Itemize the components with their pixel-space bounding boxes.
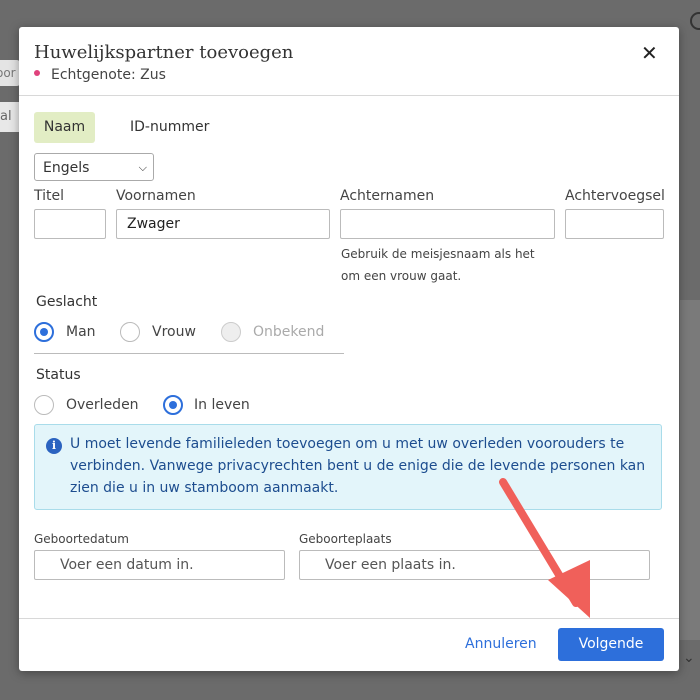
help-icon[interactable]	[690, 12, 700, 30]
status-in-leven-radio[interactable]	[163, 395, 183, 415]
tab-id-nummer[interactable]: ID-nummer	[130, 119, 209, 135]
birth-date-label: Geboortedatum	[34, 532, 129, 546]
info-icon: i	[46, 438, 62, 454]
background-tab: al	[0, 102, 20, 132]
achtervoegsel-input[interactable]	[565, 209, 664, 239]
birth-place-input[interactable]: Voer een plaats in.	[299, 550, 650, 580]
subtitle-text: Echtgenote: Zus	[51, 67, 166, 83]
achternamen-input[interactable]	[340, 209, 555, 239]
gender-label: Geslacht	[36, 294, 98, 310]
female-dot-icon	[34, 70, 40, 76]
background-panel	[680, 300, 700, 640]
language-select-value: Engels	[43, 160, 90, 176]
add-spouse-dialog: Huwelijkspartner toevoegen ✕ Echtgenote:…	[19, 27, 679, 671]
footer-divider	[19, 618, 679, 619]
close-icon[interactable]: ✕	[641, 41, 658, 65]
privacy-info-box: i U moet levende familieleden toevoegen …	[34, 424, 662, 510]
privacy-info-text: U moet levende familieleden toevoegen om…	[70, 436, 646, 496]
birth-date-input[interactable]: Voer een datum in.	[34, 550, 285, 580]
cancel-button[interactable]: Annuleren	[465, 636, 537, 652]
voornamen-input[interactable]: Zwager	[116, 209, 330, 239]
dialog-title: Huwelijkspartner toevoegen	[34, 42, 294, 63]
voornamen-label: Voornamen	[116, 188, 196, 204]
chevron-down-icon[interactable]: ⌄	[683, 650, 695, 666]
achternamen-hint: Gebruik de meisjesnaam als het om een vr…	[341, 247, 535, 283]
gender-man-label[interactable]: Man	[66, 324, 96, 340]
titel-input[interactable]	[34, 209, 106, 239]
achtervoegsel-label: Achtervoegsel	[565, 188, 665, 204]
achternamen-label: Achternamen	[340, 188, 435, 204]
gender-onbekend-label: Onbekend	[253, 324, 325, 340]
birth-place-label: Geboorteplaats	[299, 532, 392, 546]
tab-naam[interactable]: Naam	[34, 112, 95, 143]
status-overleden-radio[interactable]	[34, 395, 54, 415]
gender-vrouw-radio[interactable]	[120, 322, 140, 342]
status-overleden-label[interactable]: Overleden	[66, 397, 139, 413]
gender-onbekend-radio	[221, 322, 241, 342]
chevron-down-icon: ⌵	[138, 161, 147, 174]
dialog-subtitle: Echtgenote: Zus	[34, 67, 166, 83]
next-button[interactable]: Volgende	[558, 628, 664, 661]
gender-divider	[34, 353, 344, 354]
titel-label: Titel	[34, 188, 65, 204]
background-tab: oor	[0, 60, 20, 86]
status-label: Status	[36, 367, 81, 383]
header-divider	[19, 95, 679, 96]
status-in-leven-label[interactable]: In leven	[194, 397, 250, 413]
language-select[interactable]: Engels ⌵	[34, 153, 154, 181]
gender-vrouw-label[interactable]: Vrouw	[152, 324, 196, 340]
gender-man-radio[interactable]	[34, 322, 54, 342]
